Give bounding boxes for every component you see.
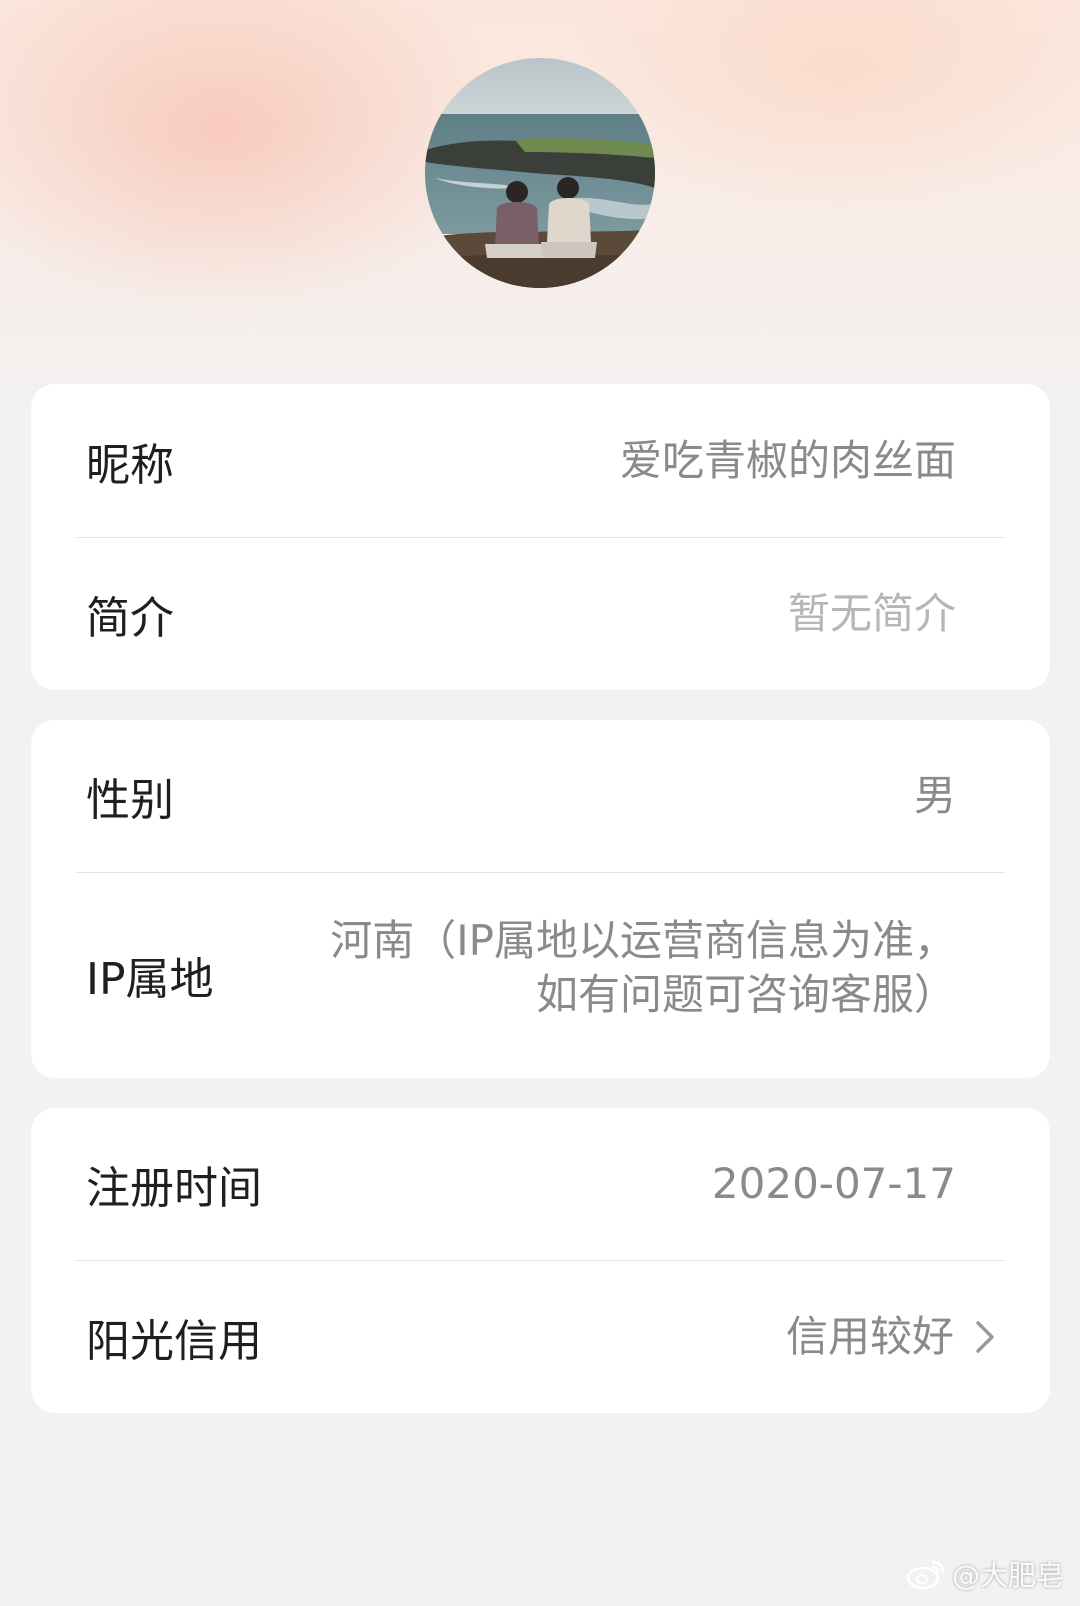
sunshine-credit-value: 信用较好 bbox=[785, 1311, 954, 1361]
ip-location-value: 河南（IP属地以运营商信息为准， 如有问题可咨询客服） bbox=[330, 914, 956, 1022]
nickname-label: 昵称 bbox=[86, 439, 174, 491]
avatar-photo bbox=[425, 58, 655, 288]
gender-label: 性别 bbox=[86, 775, 174, 826]
register-time-label: 注册时间 bbox=[86, 1163, 262, 1214]
avatar[interactable] bbox=[425, 58, 655, 288]
weibo-icon bbox=[906, 1560, 945, 1590]
location-info-card: 性别 男 IP属地 河南（IP属地以运营商信息为准， 如有问题可咨询客服） bbox=[31, 720, 1050, 1078]
ip-location-value-line2: 如有问题可咨询客服） bbox=[535, 970, 956, 1019]
nickname-value: 爱吃青椒的肉丝面 bbox=[619, 435, 956, 485]
watermark: @大肥皂 bbox=[906, 1554, 1064, 1594]
profile-info-page: 昵称 爱吃青椒的肉丝面 简介 暂无简介 性别 男 IP属地 河南（IP属地以运营… bbox=[0, 0, 1080, 1606]
account-info-card: 注册时间 2020-07-17 阳光信用 信用较好 bbox=[31, 1108, 1050, 1413]
bio-value: 暂无简介 bbox=[787, 588, 956, 638]
gender-value: 男 bbox=[913, 771, 956, 821]
ip-location-value-line1: 河南（IP属地以运营商信息为准， bbox=[330, 916, 956, 966]
sunshine-credit-label: 阳光信用 bbox=[86, 1315, 262, 1367]
ip-location-label: IP属地 bbox=[86, 954, 214, 1005]
register-time-value: 2020-07-17 bbox=[711, 1159, 956, 1209]
ip-location-row: IP属地 河南（IP属地以运营商信息为准， 如有问题可咨询客服） bbox=[31, 872, 1050, 1078]
register-time-row: 注册时间 2020-07-17 bbox=[31, 1108, 1050, 1260]
sunshine-credit-value-group[interactable]: 信用较好 bbox=[786, 1310, 998, 1364]
sunshine-credit-row[interactable]: 阳光信用 信用较好 bbox=[31, 1260, 1050, 1413]
bio-label: 简介 bbox=[86, 592, 174, 644]
chevron-right-icon bbox=[976, 1320, 994, 1353]
gender-row[interactable]: 性别 男 bbox=[31, 720, 1050, 872]
nickname-row[interactable]: 昵称 爱吃青椒的肉丝面 bbox=[31, 384, 1050, 537]
bio-row[interactable]: 简介 暂无简介 bbox=[31, 537, 1050, 690]
basic-info-card: 昵称 爱吃青椒的肉丝面 简介 暂无简介 bbox=[31, 384, 1050, 690]
watermark-text: @大肥皂 bbox=[951, 1559, 1064, 1592]
